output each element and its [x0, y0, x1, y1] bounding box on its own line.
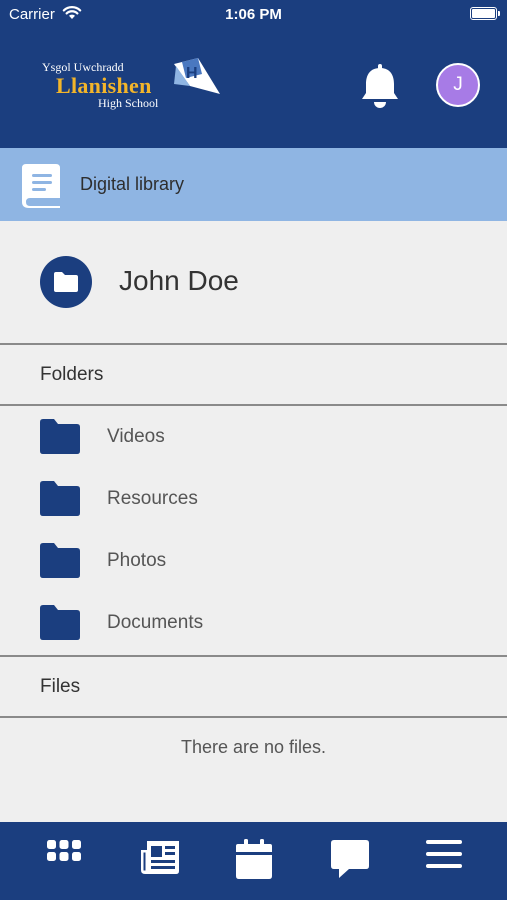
logo-mark-letter: H — [186, 65, 198, 82]
battery-icon — [470, 7, 500, 20]
bottom-nav — [0, 822, 507, 900]
menu-icon — [426, 840, 462, 868]
nav-apps-button[interactable] — [40, 838, 88, 882]
folder-label: Videos — [107, 426, 165, 447]
folder-label: Photos — [107, 550, 167, 571]
folders-heading: Folders — [40, 364, 104, 385]
folder-icon — [40, 543, 80, 578]
nav-messages-button[interactable] — [326, 838, 374, 882]
folder-label: Resources — [107, 488, 198, 509]
page-title: Digital library — [80, 174, 185, 194]
school-logo[interactable]: Ysgol Uwchradd Llanishen High School H — [40, 56, 225, 112]
files-heading: Files — [40, 676, 81, 697]
calendar-icon — [236, 839, 272, 879]
user-avatar[interactable]: J — [436, 63, 480, 107]
status-bar: Carrier 1:06 PM — [0, 0, 507, 28]
bell-icon — [362, 64, 398, 108]
divider — [0, 655, 507, 657]
chat-icon — [331, 840, 369, 878]
nav-menu-button[interactable] — [420, 838, 468, 882]
folder-label: Documents — [107, 612, 204, 633]
folder-item-photos[interactable]: Photos — [0, 530, 507, 592]
library-breadcrumb: Digital library — [0, 148, 507, 221]
files-empty-message: There are no files. — [180, 737, 327, 757]
folder-icon — [40, 419, 80, 454]
folder-icon — [54, 272, 78, 292]
logo-mark-icon: H — [174, 58, 220, 94]
divider — [0, 343, 507, 345]
owner-name: John Doe — [119, 265, 239, 296]
library-owner: John Doe — [0, 221, 507, 343]
clock: 1:06 PM — [225, 6, 282, 23]
app-header: Carrier 1:06 PM Ysgol Uwchradd Llanishen… — [0, 0, 507, 148]
nav-calendar-button[interactable] — [230, 838, 278, 882]
apps-grid-icon — [47, 840, 81, 861]
owner-folder-avatar — [40, 256, 92, 308]
book-icon — [22, 164, 60, 208]
nav-news-button[interactable] — [136, 838, 184, 882]
logo-line3: High School — [98, 96, 159, 110]
folder-item-documents[interactable]: Documents — [0, 592, 507, 654]
divider — [0, 716, 507, 718]
newspaper-icon — [141, 841, 179, 874]
folder-icon — [40, 481, 80, 516]
folder-icon — [40, 605, 80, 640]
folder-item-videos[interactable]: Videos — [0, 406, 507, 468]
notifications-button[interactable] — [358, 60, 402, 110]
folder-item-resources[interactable]: Resources — [0, 468, 507, 530]
